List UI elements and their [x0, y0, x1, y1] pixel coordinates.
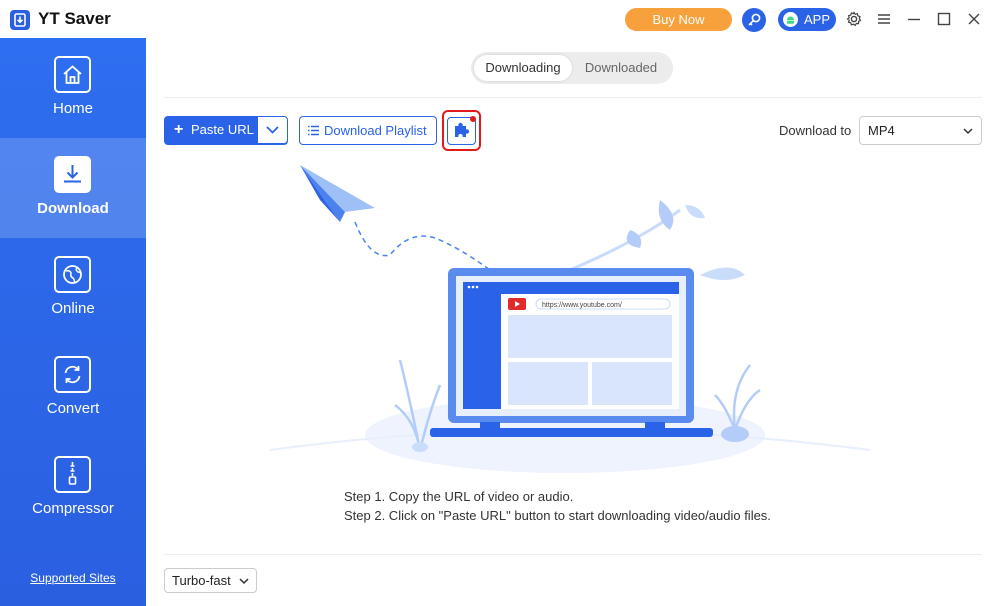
sidebar-item-label: Convert	[46, 400, 100, 417]
sidebar-item-label: Compressor	[32, 500, 114, 517]
sidebar-item-label: Online	[51, 300, 95, 317]
key-icon	[748, 13, 761, 26]
sidebar-item-convert[interactable]: Convert	[0, 338, 146, 438]
puzzle-icon	[455, 122, 470, 137]
app-window: YT Saver Buy Now APP Home Download Onlin…	[0, 0, 1000, 606]
menu-icon[interactable]	[875, 10, 893, 28]
chevron-down-icon	[239, 578, 249, 585]
paste-url-label: Paste URL	[191, 122, 254, 137]
sidebar-item-compressor[interactable]: Compressor	[0, 438, 146, 538]
app-download-button[interactable]: APP	[778, 8, 836, 31]
buy-now-button[interactable]: Buy Now	[625, 8, 732, 31]
sidebar: Home Download Online Convert Compressor …	[0, 38, 146, 606]
gear-icon[interactable]	[845, 10, 863, 28]
chevron-down-icon	[963, 128, 973, 135]
step-1-text: Step 1. Copy the URL of video or audio.	[344, 489, 574, 504]
download-playlist-label: Download Playlist	[324, 123, 427, 138]
notification-dot	[470, 116, 476, 122]
android-icon	[783, 12, 798, 27]
step-2-text: Step 2. Click on "Paste URL" button to s…	[344, 508, 771, 523]
chevron-down-icon	[266, 126, 279, 134]
list-icon	[308, 125, 319, 136]
close-icon[interactable]	[965, 10, 983, 28]
download-to-label: Download to	[779, 123, 852, 138]
paste-url-button[interactable]: + Paste URL	[165, 117, 257, 143]
paper-plane-icon	[300, 165, 375, 222]
maximize-icon[interactable]	[935, 10, 953, 28]
empty-state-illustration: https://www.youtube.com/	[269, 165, 871, 473]
sidebar-item-download[interactable]: Download	[0, 138, 146, 238]
plus-icon: +	[174, 121, 184, 138]
paste-url-dropdown[interactable]	[258, 117, 287, 143]
download-playlist-button[interactable]: Download Playlist	[299, 116, 437, 145]
format-value: MP4	[868, 123, 895, 138]
register-key-button[interactable]	[742, 8, 766, 32]
home-icon	[54, 56, 91, 93]
paste-url-button-group: + Paste URL	[164, 116, 288, 145]
tab-downloading[interactable]: Downloading	[474, 55, 572, 81]
speed-select[interactable]: Turbo-fast	[164, 568, 257, 593]
sidebar-item-home[interactable]: Home	[0, 38, 146, 138]
supported-sites-link[interactable]: Supported Sites	[0, 571, 146, 585]
instructions: Step 1. Copy the URL of video or audio. …	[344, 487, 771, 525]
format-select[interactable]: MP4	[859, 116, 982, 145]
tab-downloaded[interactable]: Downloaded	[572, 55, 670, 81]
sidebar-item-label: Home	[52, 100, 93, 117]
app-logo-icon	[10, 10, 30, 30]
globe-icon	[54, 256, 91, 293]
zip-icon	[54, 456, 91, 493]
speed-value: Turbo-fast	[172, 573, 231, 588]
illustration-url-text: https://www.youtube.com/	[542, 302, 622, 309]
app-title: YT Saver	[38, 9, 111, 28]
divider	[164, 97, 982, 98]
divider	[164, 554, 982, 555]
download-icon	[54, 156, 91, 193]
app-label: APP	[804, 12, 831, 27]
title-bar: YT Saver Buy Now APP	[0, 0, 1000, 38]
download-tabs: Downloading Downloaded	[471, 52, 673, 84]
minimize-icon[interactable]	[905, 10, 923, 28]
sidebar-item-online[interactable]: Online	[0, 238, 146, 338]
sidebar-item-label: Download	[37, 200, 109, 217]
convert-icon	[54, 356, 91, 393]
